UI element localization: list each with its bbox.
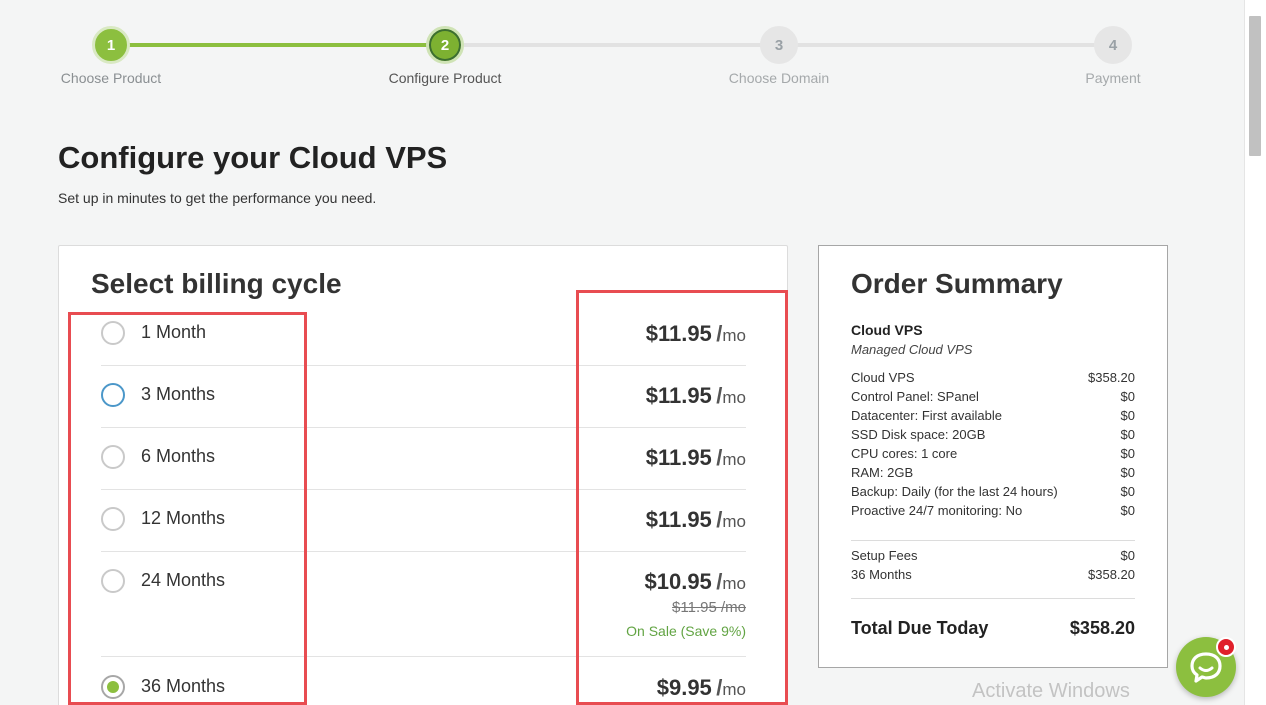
notification-dot	[1216, 637, 1236, 657]
option-price: $11.95 /mo	[646, 507, 746, 533]
option-label: 12 Months	[141, 508, 226, 528]
chat-bubble-icon	[1190, 652, 1222, 683]
summary-fees: Setup Fees $0 36 Months $358.20	[851, 548, 1135, 586]
price-amount: $10.95	[644, 569, 712, 594]
step-number: 3	[760, 26, 798, 64]
billing-option-24-months[interactable]: 24 Months $10.95 /mo $11.95 /mo On Sale …	[101, 569, 746, 657]
radio-button[interactable]	[101, 445, 125, 469]
option-price: $11.95 /mo	[646, 445, 746, 471]
step-number: 4	[1094, 26, 1132, 64]
summary-line-items: Cloud VPS $358.20 Control Panel: SPanel $0…	[851, 370, 1135, 522]
page-scrollbar[interactable]	[1244, 0, 1266, 705]
line-item: RAM: 2GB $0	[851, 465, 1135, 480]
page-title: Configure your Cloud VPS	[58, 140, 448, 175]
price-amount: $9.95	[656, 675, 712, 700]
step-choose-domain: 3 Choose Domain	[699, 26, 859, 86]
billing-option-3-months[interactable]: 3 Months $11.95 /mo	[101, 383, 746, 428]
page-subtitle: Set up in minutes to get the performance…	[58, 190, 377, 206]
option-label: 36 Months	[141, 676, 226, 696]
line-item: CPU cores: 1 core $0	[851, 446, 1135, 461]
progress-steps: 1 Choose Product 2 Configure Product 3 C…	[0, 0, 1240, 100]
total-due: Total Due Today $358.20	[851, 618, 1135, 639]
line-item: SSD Disk space: 20GB $0	[851, 427, 1135, 442]
line-item: Datacenter: First available $0	[851, 408, 1135, 423]
total-value: $358.20	[1069, 618, 1135, 638]
option-price: $11.95 /mo	[646, 321, 746, 347]
total-label: Total Due Today	[851, 618, 989, 638]
option-label: 6 Months	[141, 446, 216, 466]
chat-widget-button[interactable]	[1176, 637, 1236, 697]
summary-heading: Order Summary	[851, 268, 1063, 299]
line-item: Proactive 24/7 monitoring: No $0	[851, 503, 1135, 518]
radio-button[interactable]	[101, 569, 125, 593]
billing-option-12-months[interactable]: 12 Months $11.95 /mo	[101, 507, 746, 552]
billing-cycle-card: Select billing cycle 1 Month $11.95 /mo …	[58, 245, 788, 705]
option-label: 1 Month	[141, 322, 207, 342]
step-configure-product[interactable]: 2 Configure Product	[365, 26, 525, 86]
radio-button[interactable]	[101, 321, 125, 345]
price-per-month: /mo	[716, 507, 746, 532]
order-summary-card: Order Summary Cloud VPS Managed Cloud VP…	[818, 245, 1168, 668]
step-choose-product[interactable]: 1 Choose Product	[31, 26, 191, 86]
price-amount: $11.95	[645, 321, 712, 346]
radio-button[interactable]	[101, 507, 125, 531]
line-item: Cloud VPS $358.20	[851, 370, 1135, 385]
step-number: 2	[426, 26, 464, 64]
price-per-month: /mo	[716, 383, 746, 408]
divider	[851, 598, 1135, 599]
billing-option-1-month[interactable]: 1 Month $11.95 /mo	[101, 321, 746, 366]
windows-activation-watermark: Activate Windows	[972, 680, 1130, 702]
step-number: 1	[92, 26, 130, 64]
price-amount: $11.95	[645, 445, 712, 470]
product-subtitle: Managed Cloud VPS	[851, 342, 973, 357]
price-amount: $11.95	[645, 507, 712, 532]
fee-item: 36 Months $358.20	[851, 567, 1135, 582]
option-price: $10.95 /mo	[645, 569, 747, 595]
billing-option-36-months[interactable]: 36 Months $9.95 /mo	[101, 675, 746, 705]
price-per-month: /mo	[716, 675, 746, 700]
line-item: Backup: Daily (for the last 24 hours) $0	[851, 484, 1135, 499]
option-price: $9.95 /mo	[657, 675, 746, 701]
billing-heading: Select billing cycle	[91, 268, 342, 299]
radio-button[interactable]	[101, 383, 125, 407]
original-price: $11.95 /mo	[672, 599, 746, 616]
step-label: Payment	[1085, 70, 1141, 86]
fee-item: Setup Fees $0	[851, 548, 1135, 563]
price-per-month: /mo	[716, 569, 746, 594]
scrollbar-thumb[interactable]	[1249, 16, 1261, 156]
sale-badge: On Sale (Save 9%)	[626, 623, 746, 639]
option-price: $11.95 /mo	[646, 383, 746, 409]
option-label: 3 Months	[141, 384, 216, 404]
step-label: Choose Product	[60, 70, 162, 86]
option-label: 24 Months	[141, 570, 226, 590]
step-payment: 4 Payment	[1033, 26, 1193, 86]
price-amount: $11.95	[645, 383, 712, 408]
divider	[851, 540, 1135, 541]
billing-option-6-months[interactable]: 6 Months $11.95 /mo	[101, 445, 746, 490]
price-per-month: /mo	[716, 321, 746, 346]
price-per-month: /mo	[716, 445, 746, 470]
step-label: Choose Domain	[728, 70, 830, 86]
product-name: Cloud VPS	[851, 322, 923, 338]
line-item: Control Panel: SPanel $0	[851, 389, 1135, 404]
radio-button-selected[interactable]	[101, 675, 125, 699]
step-label: Configure Product	[388, 70, 502, 86]
